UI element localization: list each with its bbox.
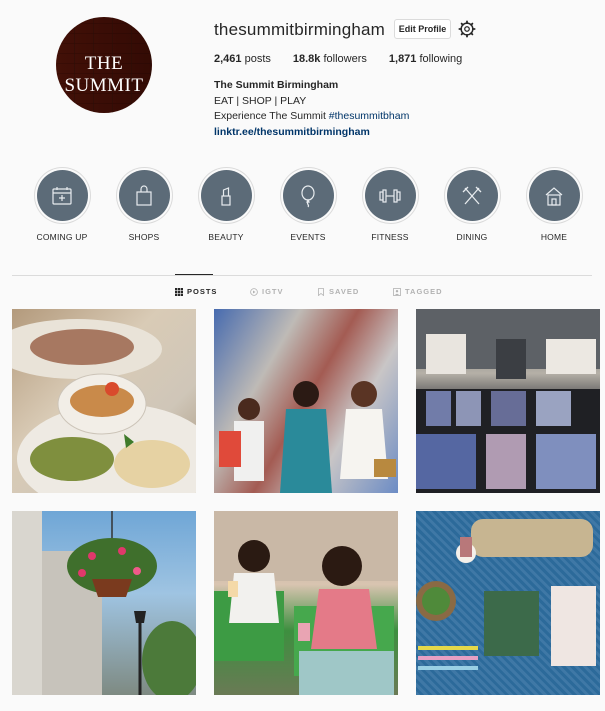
grid-icon (175, 287, 183, 296)
highlight-label: DINING (456, 232, 488, 242)
highlight-beauty[interactable]: BEAUTY (191, 170, 261, 242)
highlight-label: EVENTS (290, 232, 326, 242)
calendar-icon (52, 186, 72, 205)
highlight-fitness[interactable]: FITNESS (355, 170, 425, 242)
settings-gear-icon[interactable] (458, 20, 476, 38)
bio-name: The Summit Birmingham (214, 79, 339, 91)
highlight-label: FITNESS (371, 232, 409, 242)
tab-posts[interactable]: POSTS (175, 287, 217, 296)
post-image-fabric-samples (416, 309, 600, 493)
post-tile[interactable] (12, 309, 196, 493)
post-image-flatlay (416, 519, 596, 670)
igtv-icon (250, 287, 258, 296)
profile-bio: The Summit Birmingham EAT | SHOP | PLAY … (214, 78, 409, 140)
post-image-women-mural (214, 309, 398, 493)
bio-hashtag[interactable]: #thesummitbham (329, 110, 410, 122)
highlight-dining[interactable]: DINING (437, 170, 507, 242)
profile-username: thesummitbirmingham (214, 20, 386, 39)
balloon-icon (301, 184, 315, 207)
highlight-label: BEAUTY (208, 232, 244, 242)
post-image-women-chairs (214, 511, 398, 695)
lipstick-icon (221, 186, 231, 206)
post-tile[interactable] (416, 309, 600, 493)
profile-avatar[interactable]: THE SUMMIT (56, 17, 152, 113)
fork-knife-icon (462, 186, 482, 204)
bio-line-1: EAT | SHOP | PLAY (214, 94, 307, 107)
tab-saved[interactable]: SAVED (317, 287, 359, 296)
dumbbell-icon (379, 188, 401, 203)
tab-tagged[interactable]: TAGGED (393, 287, 443, 296)
highlight-label: SHOPS (128, 232, 160, 242)
tag-user-icon (393, 287, 401, 296)
post-tile[interactable] (416, 511, 600, 695)
bio-line-2: Experience The Summit #thesummitbham (214, 110, 410, 122)
highlight-label: HOME (540, 232, 568, 242)
followers-count[interactable]: 18.8k followers (293, 53, 367, 65)
active-tab-indicator (175, 274, 213, 275)
bio-link[interactable]: linktr.ee/thesummitbirmingham (214, 125, 409, 141)
story-highlights: COMING UP SHOPS BEAUTY EVENTS FITNESS DI… (27, 170, 587, 250)
edit-profile-button[interactable]: Edit Profile (394, 19, 451, 39)
post-tile[interactable] (214, 309, 398, 493)
avatar-logo-text: THE SUMMIT (64, 53, 144, 96)
highlight-events[interactable]: EVENTS (273, 170, 343, 242)
house-icon (545, 186, 563, 206)
tabs-divider (12, 275, 592, 276)
post-tile[interactable] (12, 511, 196, 695)
tab-igtv[interactable]: IGTV (250, 287, 284, 296)
highlight-coming-up[interactable]: COMING UP (27, 170, 97, 242)
highlight-label: COMING UP (36, 232, 88, 242)
shopping-bag-icon (136, 184, 152, 206)
post-tile[interactable] (214, 511, 398, 695)
highlight-home[interactable]: HOME (519, 170, 589, 242)
post-image-food (12, 319, 196, 493)
following-count[interactable]: 1,871 following (389, 53, 462, 65)
post-image-hanging-flowers (12, 511, 196, 695)
highlight-shops[interactable]: SHOPS (109, 170, 179, 242)
bookmark-icon (318, 287, 324, 296)
profile-stats: 2,461 posts 18.8k followers 1,871 follow… (214, 53, 462, 65)
posts-count: 2,461 posts (214, 53, 271, 65)
